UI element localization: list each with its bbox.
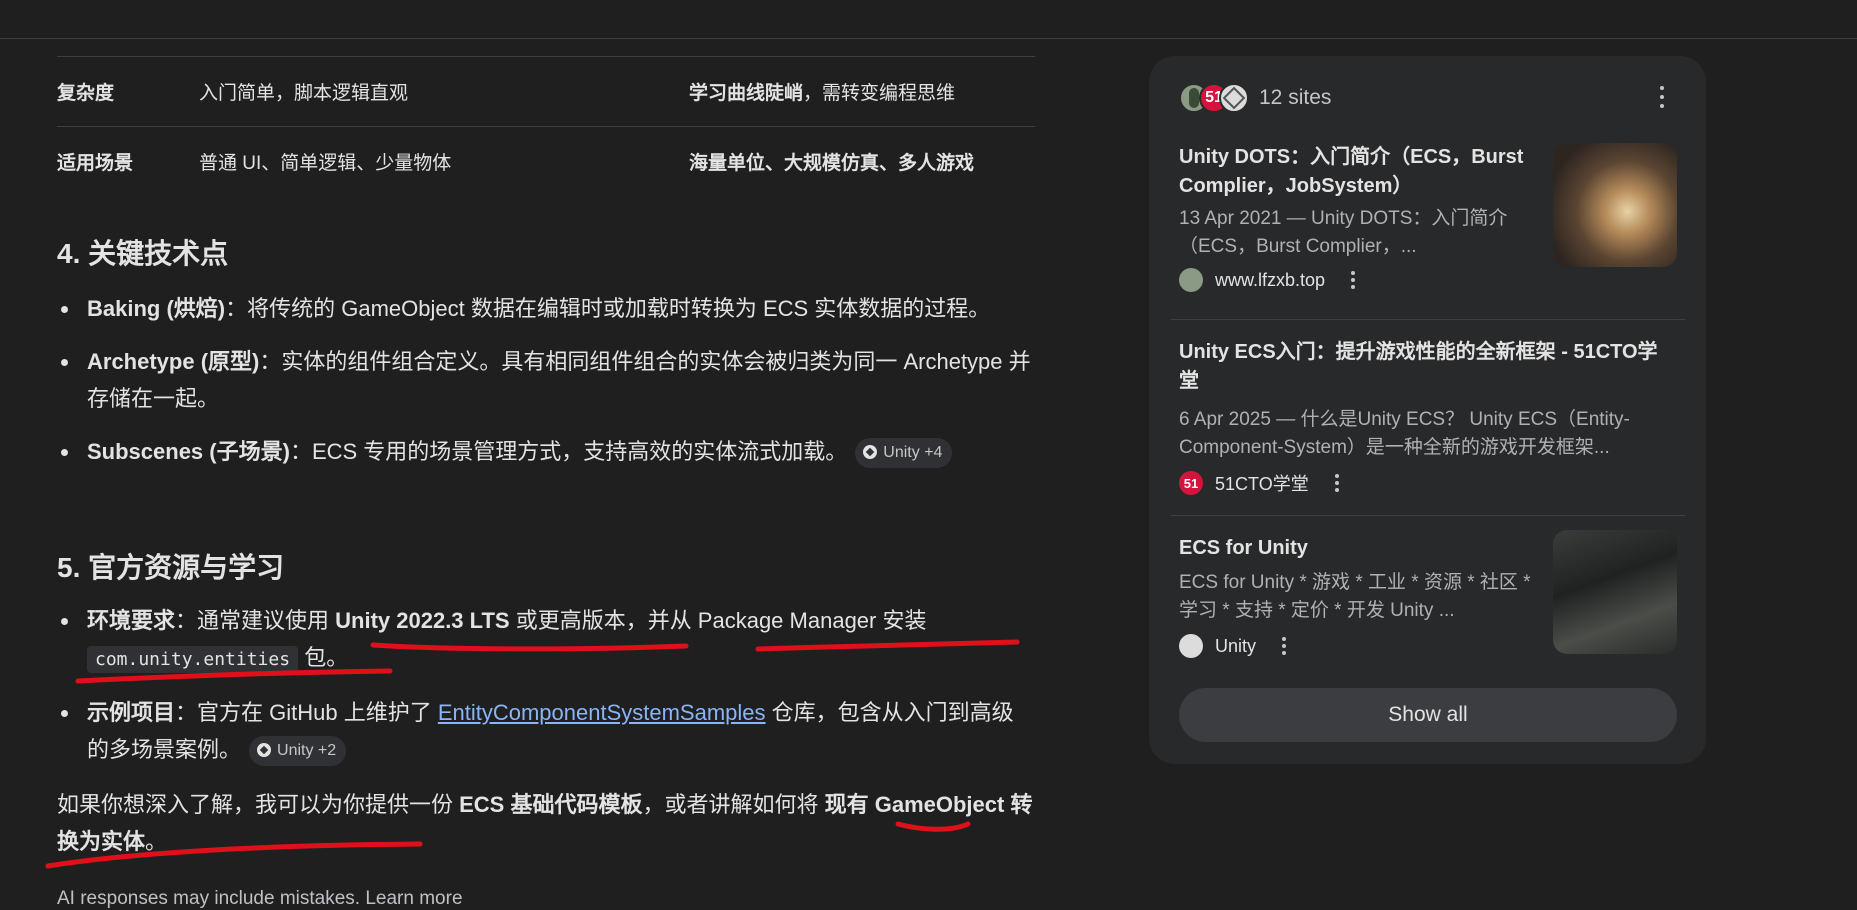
top-divider (0, 38, 1857, 39)
table-row: 适用场景 普通 UI、简单逻辑、少量物体 海量单位、大规模仿真、多人游戏 (57, 126, 1035, 197)
unity-icon (257, 743, 272, 758)
more-options-icon[interactable] (1343, 271, 1363, 289)
result-snippet: ECS for Unity * 游戏 * 工业 * 资源 * 社区 * 学习 *… (1179, 572, 1531, 621)
comparison-table: 复杂度 入门简单，脚本逻辑直观 学习曲线陡峭，需转变编程思维 适用场景 普通 U… (57, 56, 1035, 196)
more-options-icon[interactable] (1327, 474, 1347, 492)
site-favicon: 51 (1179, 471, 1203, 495)
more-options-icon[interactable] (1274, 637, 1294, 655)
samples-link[interactable]: EntityComponentSystemSamples (438, 700, 766, 725)
site-favicon (1219, 83, 1249, 113)
result-thumbnail[interactable] (1553, 143, 1677, 267)
bullet-list: 环境要求：通常建议使用 Unity 2022.3 LTS 或更高版本，并从 Pa… (57, 602, 1035, 768)
result-divider (1171, 515, 1685, 516)
closing-paragraph: 如果你想深入了解，我可以为你提供一份 ECS 基础代码模板，或者讲解如何将 现有… (57, 792, 1033, 854)
sites-count: 12 sites (1259, 86, 1332, 109)
source-chip[interactable]: Unity +2 (249, 736, 347, 767)
unity-icon (1179, 634, 1203, 658)
more-options-icon[interactable] (1652, 86, 1672, 108)
table-cell: 入门简单，脚本逻辑直观 (199, 83, 409, 104)
table-cell: 学习曲线陡峭，需转变编程思维 (689, 83, 956, 104)
site-favicon (1179, 268, 1203, 292)
bullet-list: Baking (烘焙)：将传统的 GameObject 数据在编辑时或加载时转换… (57, 290, 1035, 470)
result-divider (1171, 319, 1685, 320)
site-name: Unity (1215, 635, 1257, 656)
list-item: Subscenes (子场景)：ECS 专用的场景管理方式，支持高效的实体流式加… (57, 433, 1035, 470)
source-result[interactable]: Unity DOTS：入门简介（ECS，Burst Complier，JobSy… (1179, 143, 1677, 295)
result-title[interactable]: ECS for Unity (1179, 534, 1534, 563)
result-title[interactable]: Unity ECS入门：提升游戏性能的全新框架 - 51CTO学堂 (1179, 338, 1677, 396)
list-item: 环境要求：通常建议使用 Unity 2022.3 LTS 或更高版本，并从 Pa… (57, 602, 1035, 678)
section-heading: 4. 关键技术点 (57, 238, 229, 269)
source-result[interactable]: Unity ECS入门：提升游戏性能的全新框架 - 51CTO学堂 6 Apr … (1179, 338, 1677, 498)
row-header: 适用场景 (57, 153, 134, 174)
site-name: www.lfzxb.top (1215, 269, 1326, 290)
site-name: 51CTO学堂 (1215, 474, 1309, 494)
row-header: 复杂度 (57, 83, 115, 104)
section-heading: 5. 官方资源与学习 (57, 552, 285, 583)
result-source: www.lfzxb.top (1179, 265, 1677, 295)
sources-panel: 51 12 sites Unity DOTS：入门简介（ECS，Burst Co… (1149, 56, 1706, 764)
result-title[interactable]: Unity DOTS：入门简介（ECS，Burst Complier，JobSy… (1179, 143, 1534, 201)
show-all-button[interactable]: Show all (1179, 688, 1677, 742)
result-thumbnail[interactable] (1553, 530, 1677, 654)
table-cell: 普通 UI、简单逻辑、少量物体 (199, 153, 452, 174)
source-chip[interactable]: Unity +4 (855, 438, 953, 469)
result-snippet: 6 Apr 2025 — 什么是Unity ECS？ Unity ECS（Ent… (1179, 409, 1630, 458)
table-cell: 海量单位、大规模仿真、多人游戏 (689, 153, 975, 174)
code-inline: com.unity.entities (87, 646, 299, 673)
result-snippet: 13 Apr 2021 — Unity DOTS：入门简介（ECS，Burst … (1179, 208, 1508, 257)
unity-icon (863, 445, 878, 460)
result-source: 51 51CTO学堂 (1179, 468, 1677, 498)
list-item: Archetype (原型)：实体的组件组合定义。具有相同组件组合的实体会被归类… (57, 343, 1035, 417)
disclaimer: AI responses may include mistakes. Learn… (57, 888, 463, 909)
list-item: Baking (烘焙)：将传统的 GameObject 数据在编辑时或加载时转换… (57, 290, 1035, 327)
source-result[interactable]: ECS for Unity ECS for Unity * 游戏 * 工业 * … (1179, 530, 1677, 661)
sites-header[interactable]: 51 12 sites (1179, 81, 1331, 115)
table-row: 复杂度 入门简单，脚本逻辑直观 学习曲线陡峭，需转变编程思维 (57, 56, 1035, 127)
list-item: 示例项目：官方在 GitHub 上维护了 EntityComponentSyst… (57, 694, 1035, 768)
